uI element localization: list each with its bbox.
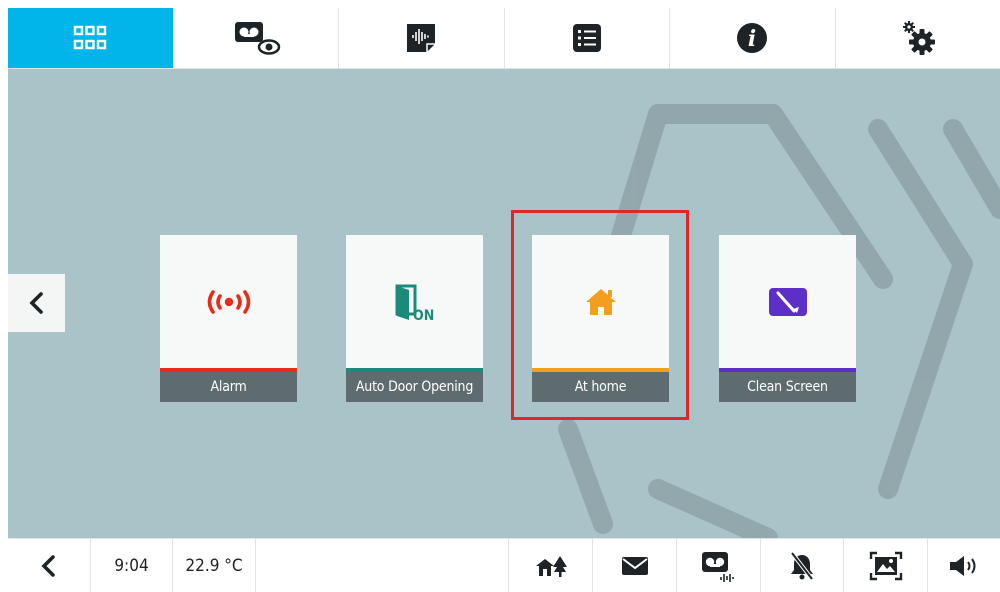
answering-machine-button[interactable] bbox=[677, 539, 761, 592]
tab-settings[interactable] bbox=[836, 8, 1000, 68]
alarm-broadcast-icon bbox=[207, 289, 250, 314]
tile-clean-screen[interactable]: Clean Screen bbox=[719, 235, 856, 402]
tile-clean-icon-area bbox=[719, 235, 856, 368]
envelope-icon bbox=[621, 556, 648, 575]
chevron-left-icon bbox=[28, 292, 43, 314]
tile-auto-door-opening[interactable]: ON Auto Door Opening bbox=[346, 235, 483, 402]
tile-door-icon-area: ON bbox=[346, 235, 483, 368]
tile-at-home-label: At home bbox=[532, 372, 669, 402]
home-presence-button[interactable] bbox=[509, 539, 593, 592]
info-icon: i bbox=[737, 23, 768, 53]
status-spacer bbox=[256, 539, 509, 592]
bell-muted-icon bbox=[790, 551, 814, 580]
ringer-mute-button[interactable] bbox=[761, 539, 844, 592]
video-surveillance-icon bbox=[234, 22, 280, 55]
tab-voice-memo[interactable] bbox=[339, 8, 505, 68]
clean-screen-icon bbox=[768, 287, 807, 316]
clock-time: 9:04 bbox=[91, 539, 173, 592]
tab-list[interactable] bbox=[505, 8, 670, 68]
svg-text:ON: ON bbox=[413, 308, 434, 322]
tile-auto-door-opening-label: Auto Door Opening bbox=[346, 372, 483, 402]
tile-home-icon-area bbox=[532, 235, 669, 368]
answering-machine-icon bbox=[701, 551, 734, 582]
back-button[interactable] bbox=[8, 539, 91, 592]
previous-page-button[interactable] bbox=[8, 274, 65, 332]
settings-gear-icon bbox=[902, 21, 935, 55]
tile-at-home[interactable]: At home bbox=[532, 235, 669, 402]
door-on-icon: ON bbox=[395, 284, 434, 322]
photo-frame-button[interactable] bbox=[844, 539, 928, 592]
tile-clean-screen-label: Clean Screen bbox=[719, 372, 856, 402]
tile-alarm-icon-area bbox=[160, 235, 297, 368]
tab-info[interactable]: i bbox=[670, 8, 836, 68]
svg-text:i: i bbox=[748, 26, 756, 52]
temperature-readout: 22.9 °C bbox=[173, 539, 256, 592]
apps-grid-icon bbox=[74, 25, 107, 50]
speaker-volume-icon bbox=[950, 555, 976, 576]
home-icon bbox=[585, 288, 616, 315]
list-icon bbox=[572, 24, 601, 52]
bottom-status-bar: 9:04 22.9 °C bbox=[8, 538, 1000, 592]
tab-apps[interactable] bbox=[8, 8, 174, 68]
tab-surveillance[interactable] bbox=[174, 8, 339, 68]
tile-alarm[interactable]: Alarm bbox=[160, 235, 297, 402]
volume-button[interactable] bbox=[928, 539, 1000, 592]
messages-button[interactable] bbox=[593, 539, 677, 592]
main-panel: Alarm ON Auto Door Opening At home Clean… bbox=[8, 69, 1000, 538]
top-nav-bar: i bbox=[8, 8, 1000, 69]
photo-frame-icon bbox=[869, 551, 902, 580]
tile-alarm-label: Alarm bbox=[160, 372, 297, 402]
house-tree-icon bbox=[535, 555, 567, 577]
chevron-left-icon bbox=[41, 554, 55, 577]
voice-memo-icon bbox=[407, 24, 436, 52]
